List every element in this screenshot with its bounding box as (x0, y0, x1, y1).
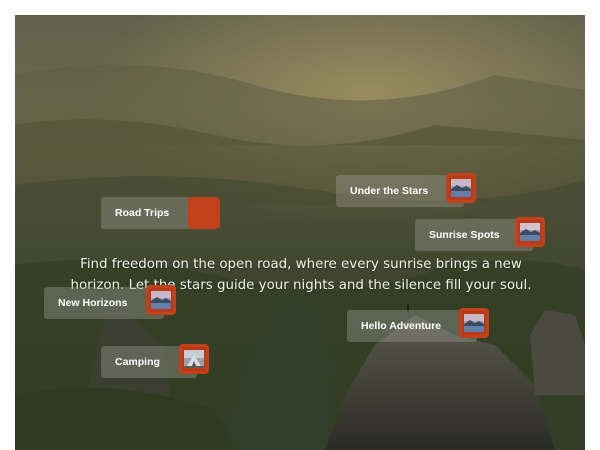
tag-label: Under the Stars (350, 185, 429, 197)
tag-label: New Horizons (58, 297, 128, 309)
mountain-lake-image (451, 179, 471, 197)
tag-thumbnail (459, 308, 489, 338)
tag-camping[interactable]: Camping (101, 344, 209, 378)
tag-road-trips[interactable]: Road Trips (101, 197, 220, 229)
mountain-lake-image (151, 291, 171, 309)
tag-hello-adventure[interactable]: Hello Adventure (347, 308, 489, 342)
camping-image (184, 350, 204, 368)
tag-thumbnail (446, 173, 476, 203)
tag-label: Sunrise Spots (429, 229, 500, 241)
tag-under-the-stars[interactable]: Under the Stars (336, 173, 476, 207)
tag-new-horizons[interactable]: New Horizons (44, 285, 176, 319)
tag-thumbnail (515, 217, 545, 247)
tag-label: Road Trips (115, 207, 170, 219)
mountain-lake-image (520, 223, 540, 241)
mountain-lake-image (464, 314, 484, 332)
tag-label: Camping (115, 356, 160, 368)
tag-thumbnail (188, 197, 220, 229)
tag-thumbnail (179, 344, 209, 374)
tag-sunrise-spots[interactable]: Sunrise Spots (415, 217, 545, 251)
tag-label: Hello Adventure (361, 320, 442, 332)
tag-thumbnail (146, 285, 176, 315)
